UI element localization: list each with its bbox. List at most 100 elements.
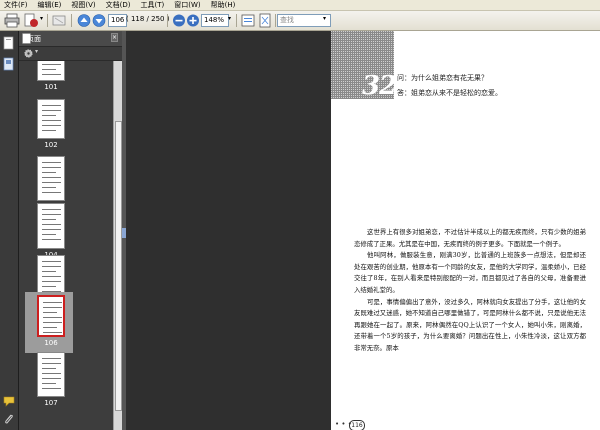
- toolbar-separator: [236, 14, 237, 27]
- document-page[interactable]: 32 问：为什么姐弟恋有花无果？ 答：姐弟恋从来不是轻松的恋爱。 这世界上有很多…: [331, 31, 600, 430]
- thumbnail-text-line: [42, 276, 61, 277]
- menu-item[interactable]: 文件(F): [4, 0, 28, 10]
- thumbnail-text-line: [42, 172, 56, 173]
- sidebar-header: 页面 ×: [19, 31, 122, 47]
- thumbnail-label: 102: [44, 141, 58, 149]
- thumbnail-text-line: [43, 332, 62, 333]
- question-line: 问：为什么姐弟恋有花无果？: [397, 74, 488, 82]
- thumbnail-text-line: [42, 239, 61, 240]
- thumbnail-list: 101102103104105106107: [19, 61, 113, 430]
- thumbnail-text-line: [42, 177, 61, 178]
- thumbnail-text-line: [43, 302, 62, 303]
- toolbar-separator: [71, 14, 72, 27]
- menu-bar: 文件(F) 编辑(E) 视图(V) 文档(D) 工具(T) 窗口(W) 帮助(H): [0, 0, 600, 11]
- menu-item[interactable]: 工具(T): [141, 0, 165, 10]
- page-thumbnail[interactable]: [37, 295, 65, 337]
- toolbar-separator: [167, 14, 168, 27]
- thumbnail-text-line: [42, 383, 56, 384]
- page-footer: • • • 116: [331, 420, 600, 430]
- thumbnail-text-line: [42, 271, 56, 272]
- page-thumbnail[interactable]: [37, 61, 65, 81]
- paragraph: 这世界上有很多对姐弟恋，不过估计半成以上的都无疾而终，只有少数的姐弟恋修成了正果…: [354, 228, 586, 248]
- zoom-input[interactable]: 148%: [201, 14, 229, 27]
- menu-item[interactable]: 视图(V): [71, 0, 95, 10]
- body-text: 这世界上有很多对姐弟恋，不过估计半成以上的都无疾而终，只有少数的姐弟恋修成了正果…: [354, 227, 586, 355]
- fit-page-icon[interactable]: [257, 13, 273, 28]
- toolbar-separator: [275, 14, 276, 27]
- thumbnail-text-line: [42, 286, 56, 287]
- thumbnail-text-line: [42, 69, 56, 70]
- toolbar-separator: [47, 14, 48, 27]
- page-thumbnail[interactable]: [37, 99, 65, 139]
- sidebar-close-button[interactable]: ×: [111, 33, 118, 42]
- thumbnail-label: 107: [44, 399, 58, 407]
- thumbnail-text-line: [42, 64, 61, 65]
- navigation-panel: [0, 31, 19, 430]
- thumbnail-text-line: [42, 209, 61, 210]
- thumbnail-label: 101: [44, 83, 58, 91]
- menu-item[interactable]: 窗口(W): [174, 0, 200, 10]
- sidebar-title: 页面: [27, 35, 41, 43]
- thumbnail-text-line: [42, 388, 61, 389]
- thumbnail-text-line: [42, 358, 61, 359]
- thumbnail-text-line: [42, 115, 56, 116]
- thumbnail-text-line: [42, 187, 56, 188]
- thumbnail-text-line: [42, 130, 56, 131]
- paragraph: 可是，事情偏偏出了意外，没过多久，阿林就向女友提出了分手，这让他的女友既难过又迷…: [354, 297, 586, 352]
- options-dropdown-icon[interactable]: ▾: [35, 48, 38, 55]
- thumbnail-text-line: [42, 224, 61, 225]
- bookmarks-icon[interactable]: [3, 57, 15, 71]
- thumbnail-text-line: [42, 368, 56, 369]
- page-folio: 116: [349, 420, 365, 430]
- zoom-in-icon[interactable]: [185, 13, 201, 28]
- thumbnail-text-line: [43, 322, 62, 323]
- paragraph: 他叫阿林，做服装生意，刚满30岁，比普通的上班族多一点想法，但是却还处在艰苦的创…: [354, 251, 586, 294]
- page-thumbnail[interactable]: [37, 156, 65, 201]
- thumbnail-text-line: [42, 234, 56, 235]
- toolbar: ▾ 106 ( 118 / 250 ) 148% ▾ 查找 ▾: [0, 11, 600, 31]
- page-count: ( 118 / 250 ): [126, 15, 170, 23]
- options-gear-icon[interactable]: [23, 48, 34, 59]
- dropdown-arrow-icon[interactable]: ▾: [40, 15, 43, 22]
- thumbnail-text-line: [42, 182, 61, 183]
- previous-page-icon[interactable]: [76, 13, 92, 28]
- fit-width-icon[interactable]: [240, 13, 256, 28]
- thumbnail-text-line: [43, 312, 57, 313]
- thumbnail-text-line: [42, 261, 61, 262]
- thumbnail-text-line: [42, 162, 61, 163]
- search-dropdown-icon[interactable]: ▾: [323, 15, 326, 22]
- next-page-icon[interactable]: [91, 13, 107, 28]
- thumbnail-text-line: [42, 229, 61, 230]
- attachment-icon[interactable]: [3, 413, 15, 425]
- document-view-gap: [126, 31, 331, 430]
- sidebar-options-bar: ▾: [19, 47, 122, 60]
- thumbnail-text-line: [42, 219, 56, 220]
- page-thumbnail[interactable]: [37, 352, 65, 397]
- thumbnail-text-line: [42, 105, 61, 106]
- thumbnail-text-line: [42, 373, 61, 374]
- page-thumbnail[interactable]: [37, 203, 65, 249]
- answer-line: 答：姐弟恋从来不是轻松的恋爱。: [397, 89, 502, 97]
- thumbnail-text-line: [42, 74, 61, 75]
- menu-item[interactable]: 文档(D): [106, 0, 131, 10]
- create-pdf-icon[interactable]: [23, 13, 39, 28]
- thumbnail-text-line: [42, 281, 61, 282]
- thumbnail-text-line: [42, 120, 61, 121]
- pages-icon[interactable]: [3, 36, 15, 50]
- comments-icon[interactable]: [3, 395, 15, 407]
- print-icon[interactable]: [4, 13, 20, 28]
- thumbnail-text-line: [42, 214, 61, 215]
- thumbnail-text-line: [42, 167, 61, 168]
- menu-item[interactable]: 编辑(E): [38, 0, 62, 10]
- thumbnail-text-line: [42, 192, 61, 193]
- thumbnail-text-line: [43, 307, 62, 308]
- page-number-input[interactable]: 106: [108, 14, 127, 27]
- thumbnail-text-line: [42, 363, 61, 364]
- attach-icon[interactable]: [51, 13, 67, 28]
- thumbnail-label: 106: [44, 339, 58, 347]
- thumbnail-text-line: [43, 317, 62, 318]
- thumbnail-text-line: [43, 327, 57, 328]
- zoom-dropdown-icon[interactable]: ▾: [228, 15, 231, 22]
- menu-item[interactable]: 帮助(H): [211, 0, 236, 10]
- scrollbar-thumb[interactable]: [115, 121, 122, 411]
